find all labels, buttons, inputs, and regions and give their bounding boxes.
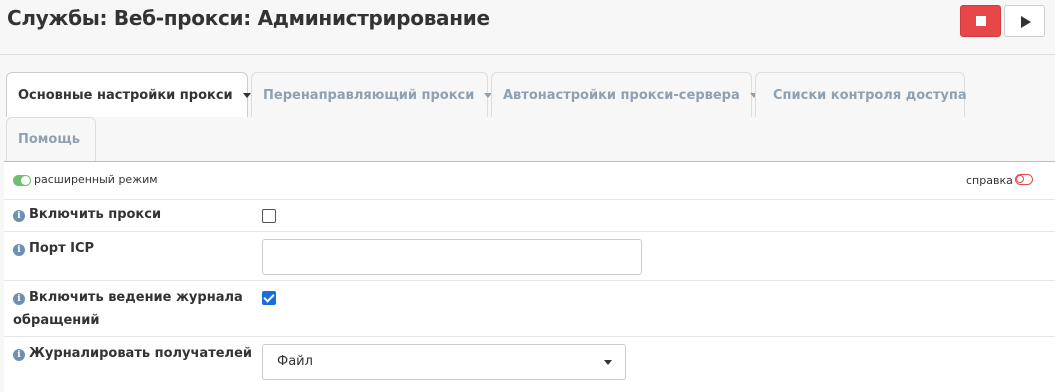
info-icon[interactable]: i [13,293,25,305]
access-log-checkbox[interactable] [262,291,276,305]
tab-label: Списки контроля доступа [773,87,967,103]
advanced-mode-toggle[interactable] [13,175,31,186]
field-label: i Включить прокси [13,203,161,226]
stop-icon [976,16,986,26]
tab-label: Перенаправляющий прокси [263,87,475,103]
help-label: справка [966,174,1013,187]
tab-label: Автонастройки прокси-сервера [503,87,740,103]
form-row-enable-proxy: i Включить прокси [4,200,1055,232]
icp-port-input[interactable] [262,239,642,275]
field-label: i Включить ведение журнала обращений [13,290,243,328]
info-icon[interactable]: i [13,210,25,222]
chevron-down-icon [242,92,251,98]
tab-general-proxy-settings[interactable]: Основные настройки прокси [6,72,251,117]
page-title: Службы: Веб-прокси: Администрирование [7,6,490,30]
info-icon[interactable]: i [13,349,25,361]
help-toggle[interactable] [1015,174,1033,185]
tab-forward-proxy[interactable]: Перенаправляющий прокси [251,72,493,117]
page-header: Службы: Веб-прокси: Администрирование [0,0,1055,55]
start-service-button[interactable] [1004,5,1045,37]
form-row-access-log: i Включить ведение журнала обращений [4,281,1055,337]
tab-proxy-autoconfig[interactable]: Автонастройки прокси-сервера [491,72,758,117]
settings-panel: расширенный режим справка i Включить прок… [4,161,1055,392]
select-value: Файл [277,354,313,369]
form-row-icp-port: i Порт ICP [4,232,1055,281]
chevron-down-icon [604,360,612,365]
info-icon[interactable]: i [13,244,25,256]
advanced-mode-label: расширенный режим [34,173,158,186]
form-row-log-target: i Журналировать получателей Файл [4,337,1055,392]
log-target-select[interactable]: Файл [262,344,626,380]
tab-help[interactable]: Помощь [6,117,96,161]
field-label: i Порт ICP [13,237,94,260]
play-icon [1021,16,1031,28]
tab-access-control-lists[interactable]: Списки контроля доступа [755,72,967,117]
tab-label: Основные настройки прокси [18,87,233,103]
stop-service-button[interactable] [960,5,1001,37]
tab-label: Помощь [18,132,80,147]
field-label: i Журналировать получателей [13,342,252,365]
enable-proxy-checkbox[interactable] [262,209,276,223]
mode-toolbar-row: расширенный режим справка [4,162,1055,200]
